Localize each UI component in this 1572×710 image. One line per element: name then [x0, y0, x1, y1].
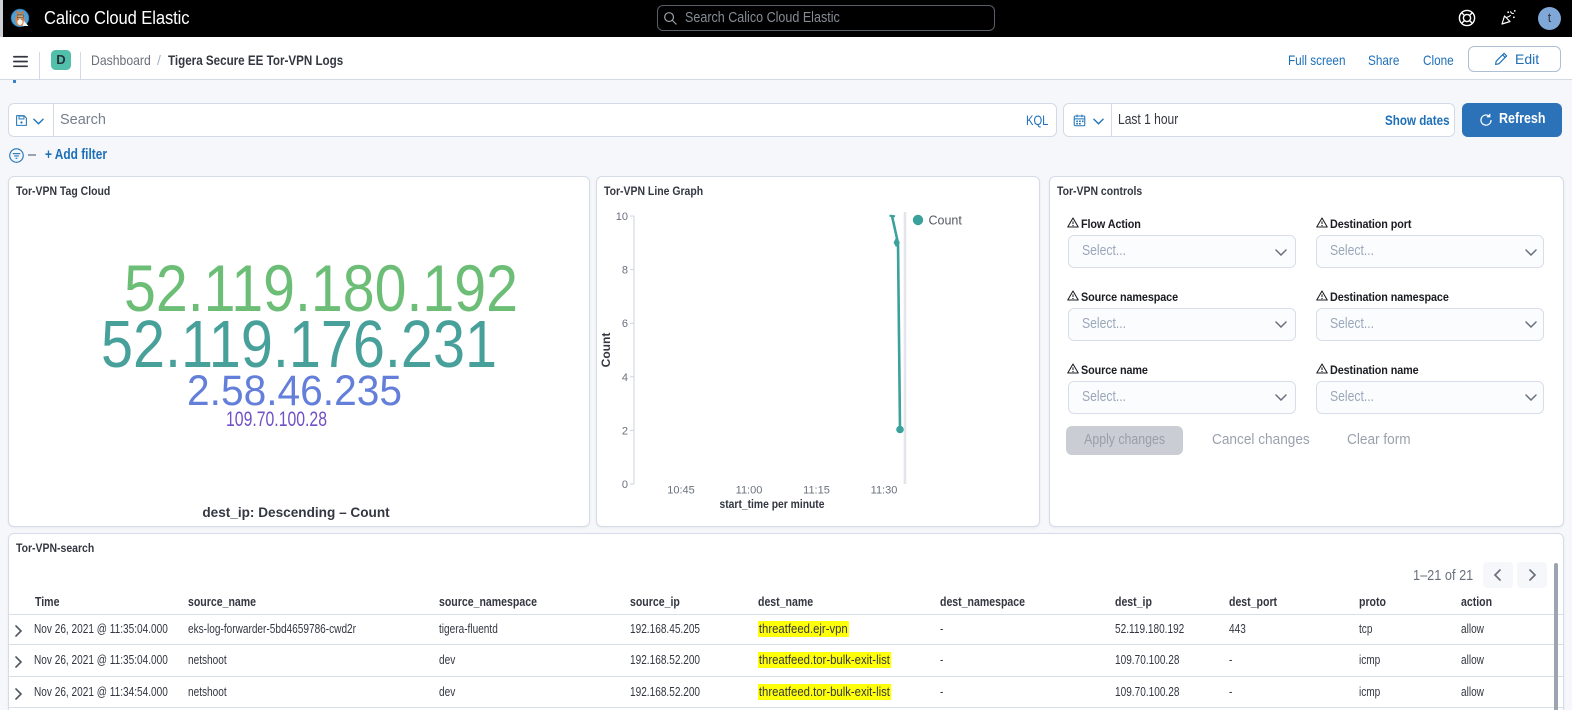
svg-text:11:15: 11:15 [803, 485, 830, 497]
svg-text:6: 6 [622, 318, 628, 330]
svg-text:Count: Count [929, 214, 963, 228]
svg-text:2: 2 [622, 425, 628, 437]
svg-text:Count: Count [599, 333, 613, 368]
svg-text:start_time per minute: start_time per minute [720, 497, 825, 511]
svg-text:109.70.100.28: 109.70.100.28 [226, 408, 327, 431]
svg-text:10:45: 10:45 [667, 485, 695, 497]
svg-text:8: 8 [622, 265, 628, 277]
svg-text:4: 4 [622, 372, 628, 384]
svg-text:11:00: 11:00 [736, 485, 763, 497]
svg-text:11:30: 11:30 [871, 485, 898, 497]
svg-text:0: 0 [622, 479, 628, 491]
svg-text:10: 10 [616, 211, 628, 223]
